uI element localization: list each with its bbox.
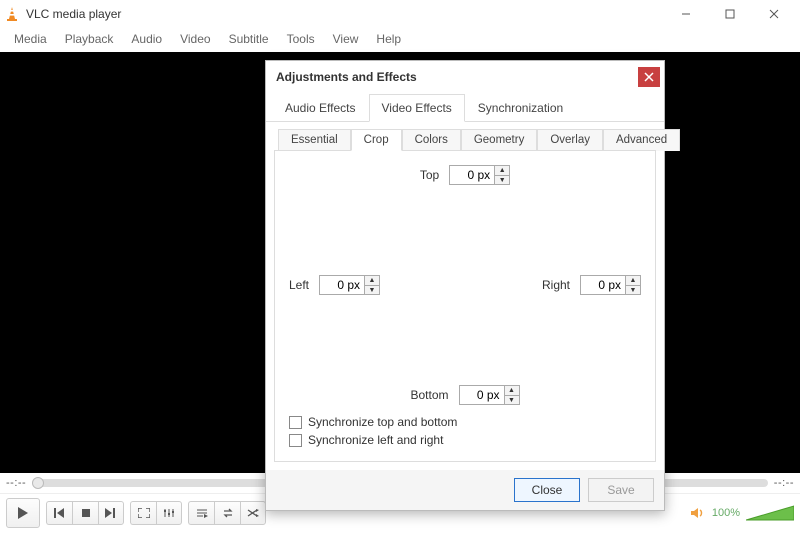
menu-playback[interactable]: Playback bbox=[57, 30, 122, 48]
volume-control: 100% bbox=[690, 504, 794, 522]
subtab-colors[interactable]: Colors bbox=[402, 129, 461, 151]
tabs-main: Audio Effects Video Effects Synchronizat… bbox=[266, 93, 664, 122]
tabs-sub: Essential Crop Colors Geometry Overlay A… bbox=[266, 122, 664, 150]
dialog-titlebar: Adjustments and Effects bbox=[266, 61, 664, 93]
speaker-icon[interactable] bbox=[690, 506, 706, 520]
crop-top-input[interactable] bbox=[450, 166, 494, 184]
window-title: VLC media player bbox=[26, 7, 664, 21]
step-up-icon[interactable]: ▲ bbox=[505, 386, 519, 395]
subtab-geometry[interactable]: Geometry bbox=[461, 129, 538, 151]
previous-icon bbox=[54, 508, 66, 518]
next-button[interactable] bbox=[98, 501, 124, 525]
step-down-icon[interactable]: ▼ bbox=[495, 175, 509, 184]
stop-button[interactable] bbox=[72, 501, 98, 525]
sync-top-bottom-checkbox[interactable] bbox=[289, 416, 302, 429]
play-button[interactable] bbox=[6, 498, 40, 528]
fullscreen-icon bbox=[138, 508, 150, 518]
minimize-button[interactable] bbox=[664, 0, 708, 28]
maximize-button[interactable] bbox=[708, 0, 752, 28]
crop-right-label: Right bbox=[542, 278, 570, 292]
crop-top-label: Top bbox=[420, 168, 439, 182]
time-total: --:-- bbox=[774, 477, 794, 489]
fullscreen-button[interactable] bbox=[130, 501, 156, 525]
adjustments-effects-dialog: Adjustments and Effects Audio Effects Vi… bbox=[265, 60, 665, 511]
dialog-buttons: Close Save bbox=[266, 470, 664, 510]
crop-bottom-label: Bottom bbox=[410, 388, 448, 402]
volume-percent: 100% bbox=[712, 507, 740, 519]
close-button[interactable]: Close bbox=[514, 478, 580, 502]
subtab-essential[interactable]: Essential bbox=[278, 129, 351, 151]
step-down-icon[interactable]: ▼ bbox=[626, 285, 640, 294]
window-controls bbox=[664, 0, 796, 28]
shuffle-icon bbox=[247, 508, 259, 518]
previous-button[interactable] bbox=[46, 501, 72, 525]
menu-media[interactable]: Media bbox=[6, 30, 55, 48]
menu-video[interactable]: Video bbox=[172, 30, 218, 48]
menubar: Media Playback Audio Video Subtitle Tool… bbox=[0, 28, 800, 52]
view-group bbox=[130, 501, 182, 525]
dialog-title: Adjustments and Effects bbox=[276, 70, 638, 84]
vlc-cone-icon bbox=[4, 6, 20, 22]
menu-subtitle[interactable]: Subtitle bbox=[221, 30, 277, 48]
sliders-icon bbox=[163, 508, 175, 518]
crop-right-input[interactable] bbox=[581, 276, 625, 294]
step-up-icon[interactable]: ▲ bbox=[626, 276, 640, 285]
playlist-icon bbox=[196, 508, 208, 518]
crop-top-spinbox[interactable]: ▲▼ bbox=[449, 165, 510, 185]
crop-bottom-input[interactable] bbox=[460, 386, 504, 404]
shuffle-button[interactable] bbox=[240, 501, 266, 525]
step-down-icon[interactable]: ▼ bbox=[365, 285, 379, 294]
sync-left-right-label: Synchronize left and right bbox=[308, 433, 443, 447]
crop-left-input[interactable] bbox=[320, 276, 364, 294]
loop-button[interactable] bbox=[214, 501, 240, 525]
loop-icon bbox=[222, 508, 234, 518]
subtab-overlay[interactable]: Overlay bbox=[537, 129, 603, 151]
volume-slider[interactable] bbox=[746, 504, 794, 522]
subtab-crop[interactable]: Crop bbox=[351, 129, 402, 151]
stop-icon bbox=[81, 508, 91, 518]
step-up-icon[interactable]: ▲ bbox=[495, 166, 509, 175]
crop-bottom-spinbox[interactable]: ▲▼ bbox=[459, 385, 520, 405]
sync-top-bottom-label: Synchronize top and bottom bbox=[308, 415, 457, 429]
extended-settings-button[interactable] bbox=[156, 501, 182, 525]
menu-audio[interactable]: Audio bbox=[123, 30, 170, 48]
close-window-button[interactable] bbox=[752, 0, 796, 28]
time-elapsed: --:-- bbox=[6, 477, 26, 489]
tab-audio-effects[interactable]: Audio Effects bbox=[272, 94, 369, 122]
playlist-button[interactable] bbox=[188, 501, 214, 525]
play-icon bbox=[16, 506, 30, 520]
crop-left-label: Left bbox=[289, 278, 309, 292]
crop-panel: Top ▲▼ Left ▲▼ Right ▲▼ bbox=[274, 150, 656, 462]
tab-synchronization[interactable]: Synchronization bbox=[465, 94, 576, 122]
seek-knob[interactable] bbox=[32, 477, 44, 489]
save-button[interactable]: Save bbox=[588, 478, 654, 502]
playlist-group bbox=[188, 501, 266, 525]
next-icon bbox=[105, 508, 117, 518]
crop-right-spinbox[interactable]: ▲▼ bbox=[580, 275, 641, 295]
step-up-icon[interactable]: ▲ bbox=[365, 276, 379, 285]
menu-view[interactable]: View bbox=[325, 30, 367, 48]
menu-tools[interactable]: Tools bbox=[279, 30, 323, 48]
titlebar: VLC media player bbox=[0, 0, 800, 28]
tab-video-effects[interactable]: Video Effects bbox=[369, 94, 465, 122]
menu-help[interactable]: Help bbox=[368, 30, 409, 48]
skip-group bbox=[46, 501, 124, 525]
dialog-close-button[interactable] bbox=[638, 67, 660, 87]
crop-left-spinbox[interactable]: ▲▼ bbox=[319, 275, 380, 295]
subtab-advanced[interactable]: Advanced bbox=[603, 129, 680, 151]
sync-left-right-checkbox[interactable] bbox=[289, 434, 302, 447]
step-down-icon[interactable]: ▼ bbox=[505, 395, 519, 404]
close-icon bbox=[644, 72, 654, 82]
